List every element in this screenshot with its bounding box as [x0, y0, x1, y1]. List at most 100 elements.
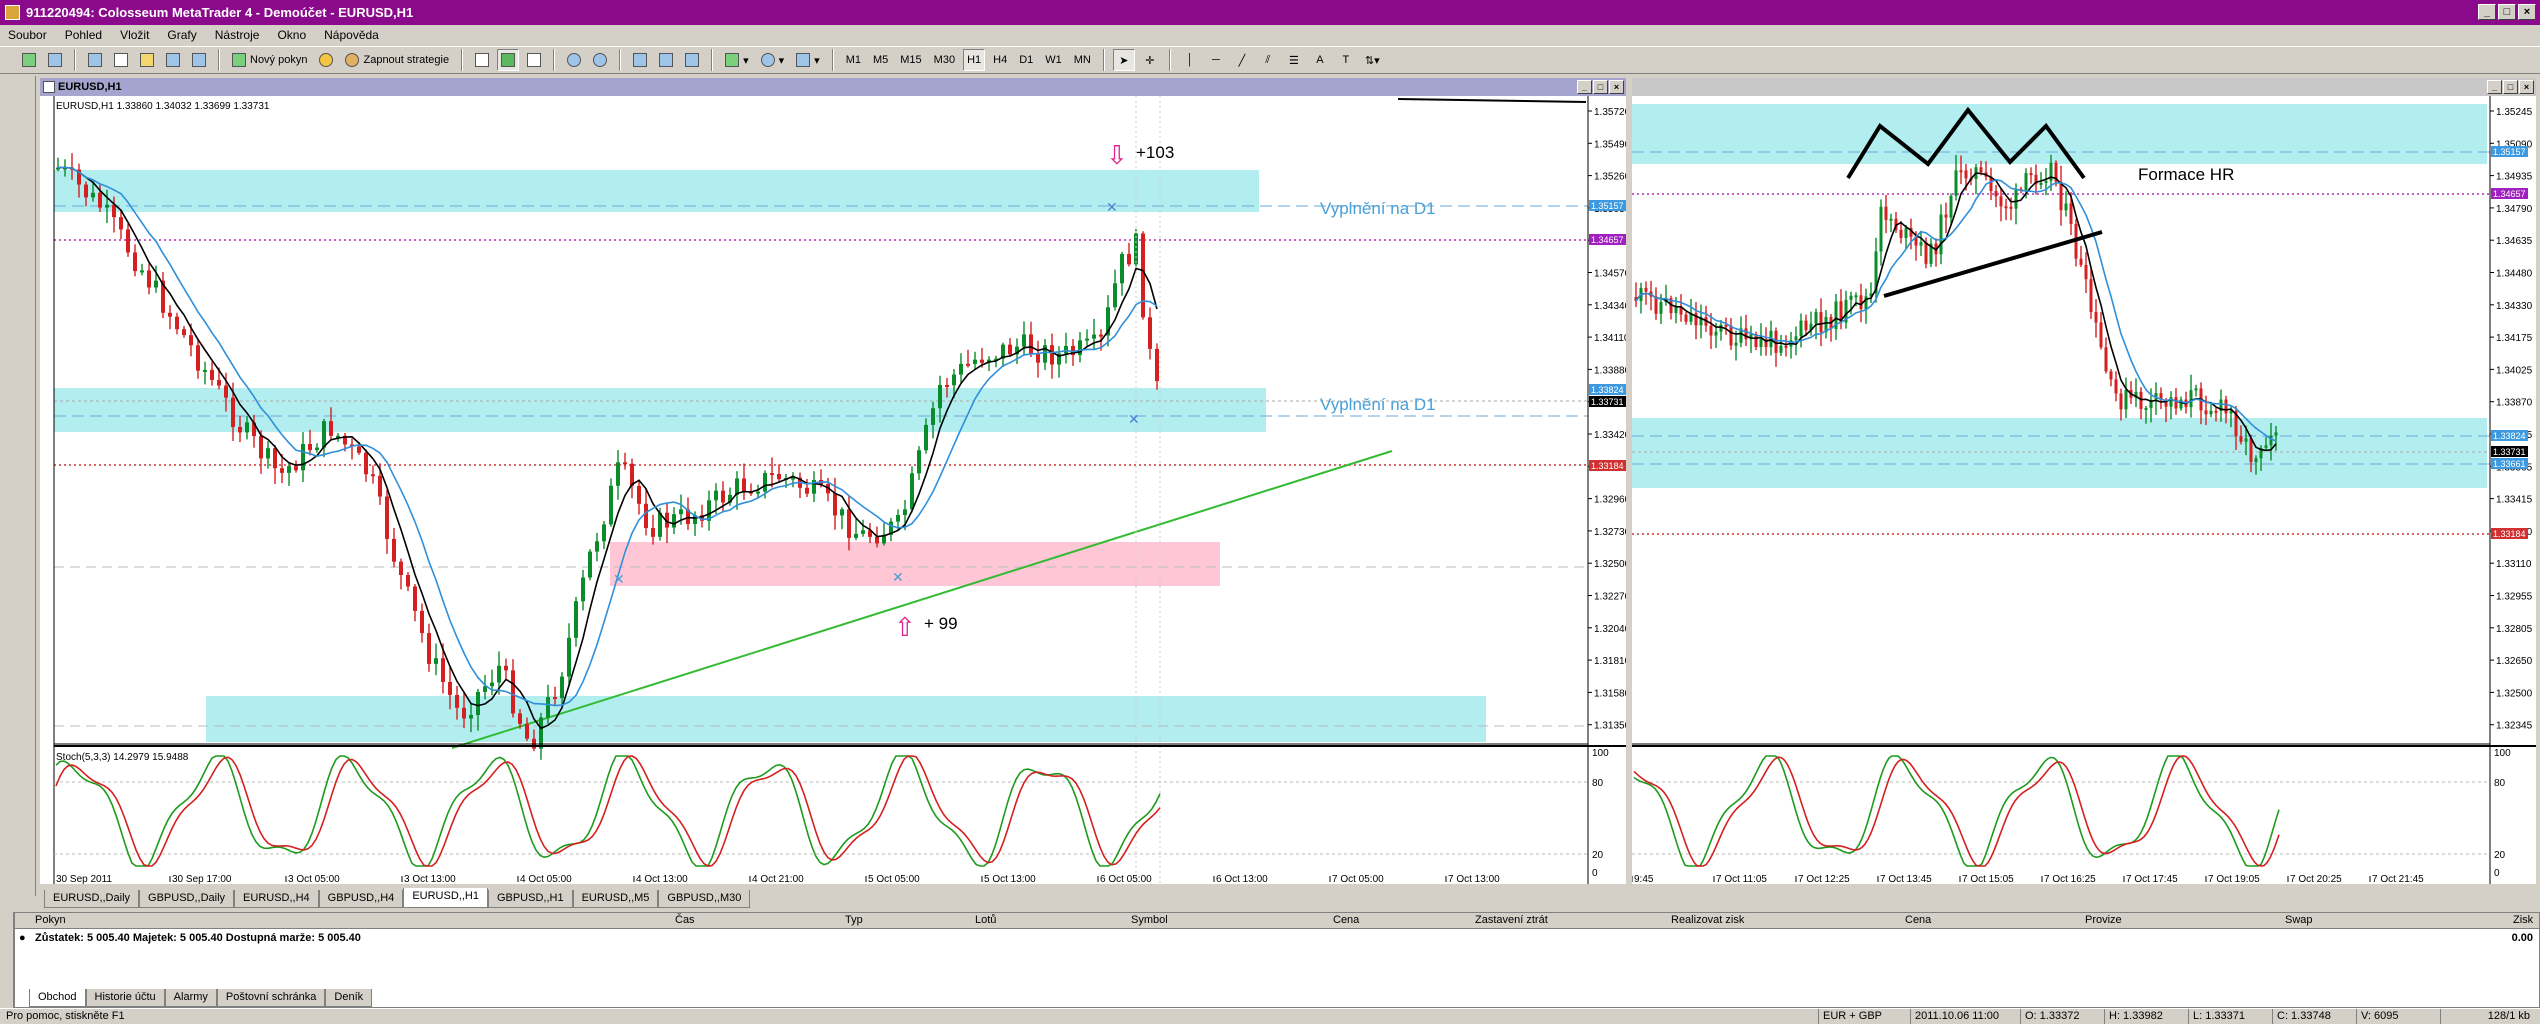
col-price-current[interactable]: Cena [1905, 914, 1931, 926]
timeframe-mn[interactable]: MN [1070, 49, 1095, 71]
menu-help[interactable]: Nápověda [324, 28, 379, 42]
col-symbol[interactable]: Symbol [1131, 914, 1168, 926]
current-price-tag: 1.33731 [1589, 396, 1626, 407]
chart-window-titlebar-right[interactable]: _ □ × [1632, 78, 2536, 96]
left-dock-strip[interactable] [14, 76, 36, 896]
col-lots[interactable]: Lotů [975, 914, 996, 926]
terminal-side-strip[interactable] [0, 912, 14, 1008]
indicators-button[interactable]: ▾ [721, 49, 753, 71]
horizontal-line-tool[interactable]: ─ [1205, 49, 1227, 71]
bear-candle [518, 713, 522, 724]
bear-candle [2204, 410, 2208, 415]
templates-button[interactable]: ▾ [792, 49, 824, 71]
trendline-tool[interactable]: ╱ [1231, 49, 1253, 71]
tab-eurusd-h1[interactable]: EURUSD,,H1 [403, 888, 488, 908]
periods-button[interactable]: ▾ [757, 49, 789, 71]
terminal-button[interactable] [162, 49, 184, 71]
close-button[interactable]: × [2518, 4, 2536, 20]
zoom-in-button[interactable] [563, 49, 585, 71]
chart-window-eurusd-h1[interactable]: EURUSD,H1 _ □ × ✕ ✕ ✕ ✕ Vyplnění na D1 V… [38, 76, 1628, 886]
tester-button[interactable] [188, 49, 210, 71]
tab-gbpusd-m30[interactable]: GBPUSD,,M30 [658, 890, 751, 908]
bull-candle [616, 462, 620, 486]
chart-window-titlebar[interactable]: EURUSD,H1 _ □ × [40, 78, 1626, 96]
menu-charts[interactable]: Grafy [167, 28, 196, 42]
menu-insert[interactable]: Vložit [120, 28, 149, 42]
timeframe-m15[interactable]: M15 [896, 49, 925, 71]
autoscroll-button[interactable] [655, 49, 677, 71]
timeframe-h1[interactable]: H1 [963, 49, 986, 71]
col-profit[interactable]: Zisk [2513, 914, 2533, 926]
menu-view[interactable]: Pohled [65, 28, 102, 42]
crosshair-tool[interactable]: ✛ [1139, 49, 1161, 71]
tab-mailbox[interactable]: Poštovní schránka [216, 989, 326, 1007]
market-watch-button[interactable] [84, 49, 106, 71]
chart-maximize-button[interactable]: □ [1593, 80, 1608, 94]
candle-chart-button[interactable] [497, 49, 520, 71]
chart-window-right[interactable]: _ □ × Formace HR 1.35245 1.35090 1.34935 1.… [1630, 76, 2538, 886]
label-tool[interactable]: T [1335, 49, 1357, 71]
data-window-button[interactable] [110, 49, 132, 71]
fibonacci-tool[interactable]: ☰ [1283, 49, 1305, 71]
col-take-profit[interactable]: Realizovat zisk [1671, 914, 1744, 926]
tab-alerts[interactable]: Alarmy [164, 989, 217, 1007]
tab-gbpusd-h1[interactable]: GBPUSD,,H1 [487, 890, 573, 908]
strategies-button[interactable]: Zapnout strategie [341, 49, 453, 71]
balance-row[interactable]: ● Zůstatek: 5 005.40 Majetek: 5 005.40 D… [15, 931, 2539, 947]
col-stop-loss[interactable]: Zastavení ztrát [1475, 914, 1548, 926]
timeframe-m30[interactable]: M30 [930, 49, 959, 71]
bear-candle [2174, 397, 2178, 409]
new-chart-button[interactable] [18, 49, 40, 71]
chart-minimize-button[interactable]: _ [2487, 80, 2502, 94]
maximize-button[interactable]: □ [2498, 4, 2516, 20]
price-chart-left[interactable]: ✕ ✕ ✕ ✕ Vyplnění na D1 Vyplnění na D1 ⇩ … [40, 96, 1626, 884]
up-arrow-icon: ⇧ [894, 612, 916, 642]
stoch-info: Stoch(5,3,3) 14.2979 15.9488 [56, 752, 189, 763]
cursor-tool[interactable]: ➤ [1112, 49, 1135, 71]
col-time[interactable]: Čas [675, 914, 695, 926]
alert-button[interactable] [315, 49, 337, 71]
timeframe-d1[interactable]: D1 [1015, 49, 1037, 71]
timeframe-h4[interactable]: H4 [989, 49, 1011, 71]
tab-journal[interactable]: Deník [325, 989, 373, 1007]
col-price[interactable]: Cena [1333, 914, 1359, 926]
tab-gbpusd-daily[interactable]: GBPUSD,,Daily [139, 890, 235, 908]
timeframe-m5[interactable]: M5 [869, 49, 892, 71]
col-commission[interactable]: Provize [2085, 914, 2122, 926]
new-order-button[interactable]: Nový pokyn [228, 49, 311, 71]
menu-window[interactable]: Okno [277, 28, 306, 42]
text-tool[interactable]: A [1309, 49, 1331, 71]
tab-eurusd-h4[interactable]: EURUSD,,H4 [234, 890, 319, 908]
profiles-button[interactable] [44, 49, 66, 71]
bull-candle [602, 524, 606, 542]
menu-tools[interactable]: Nástroje [215, 28, 260, 42]
zoom-out-button[interactable] [589, 49, 611, 71]
line-chart-button[interactable] [523, 49, 545, 71]
arrows-tool[interactable]: ⇅▾ [1361, 49, 1384, 71]
bear-candle [966, 363, 970, 366]
timeframe-m1[interactable]: M1 [842, 49, 865, 71]
navigator-button[interactable] [136, 49, 158, 71]
tab-trade[interactable]: Obchod [29, 989, 86, 1007]
minimize-button[interactable]: _ [2478, 4, 2496, 20]
tab-eurusd-daily[interactable]: EURUSD,,Daily [44, 890, 140, 908]
chart-close-button[interactable]: × [2519, 80, 2534, 94]
tab-account-history[interactable]: Historie účtu [85, 989, 165, 1007]
col-order[interactable]: Pokyn [35, 914, 66, 926]
chart-shift-button[interactable] [681, 49, 703, 71]
chart-maximize-button[interactable]: □ [2503, 80, 2518, 94]
tile-windows-button[interactable] [629, 49, 651, 71]
vertical-line-tool[interactable]: │ [1179, 49, 1201, 71]
timeframe-w1[interactable]: W1 [1041, 49, 1066, 71]
chart-close-button[interactable]: × [1609, 80, 1624, 94]
col-swap[interactable]: Swap [2285, 914, 2313, 926]
chart-minimize-button[interactable]: _ [1577, 80, 1592, 94]
tab-eurusd-m5[interactable]: EURUSD,,M5 [572, 890, 659, 908]
menu-file[interactable]: Soubor [8, 28, 47, 42]
tab-gbpusd-h4[interactable]: GBPUSD,,H4 [318, 890, 404, 908]
col-type[interactable]: Typ [845, 914, 863, 926]
price-chart-right[interactable]: Formace HR 1.352451.350901.349351.347901… [1632, 96, 2536, 884]
channel-tool[interactable]: ⫽ [1257, 49, 1279, 71]
bar-chart-button[interactable] [471, 49, 493, 71]
ma-blue-line [57, 166, 1158, 707]
